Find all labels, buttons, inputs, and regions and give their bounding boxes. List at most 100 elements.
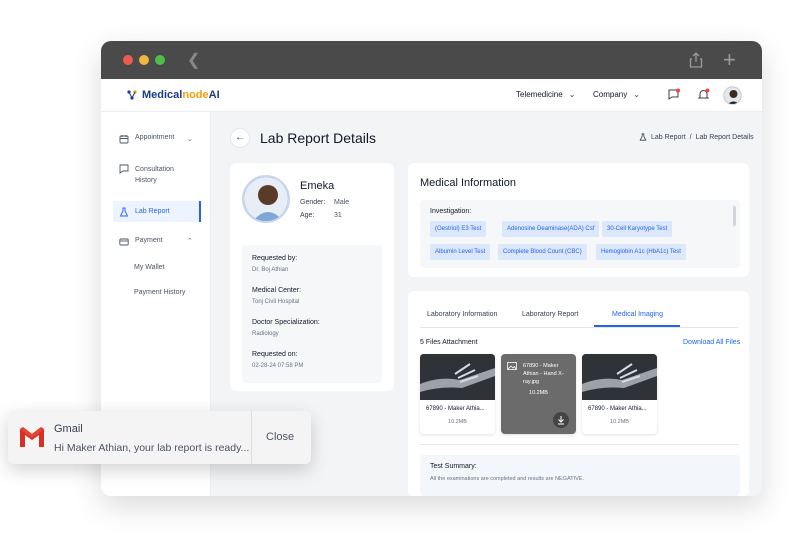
tab-medical-imaging[interactable]: Medical Imaging <box>612 311 663 318</box>
flask-icon <box>119 207 129 216</box>
test-chip[interactable]: Hemoglobin A1c (HbA1c) Test <box>596 244 686 260</box>
sidebar-item-label: History <box>135 177 157 184</box>
brand-logo[interactable]: MedicalnodeAI <box>126 89 220 101</box>
share-icon[interactable] <box>689 52 703 68</box>
message-icon <box>119 164 129 174</box>
investigation-list[interactable]: Investigation: (Oestriol) E3 Test Adenos… <box>420 200 740 268</box>
test-chip[interactable]: 30-Cell Karyotype Test <box>602 221 673 237</box>
sidebar-item-label: Consultation <box>135 166 174 173</box>
requested-on-value: 02-28-24 07:58 PM <box>252 363 304 369</box>
tab-laboratory-report[interactable]: Laboratory Report <box>522 311 578 318</box>
card-icon <box>119 238 129 246</box>
calendar-icon <box>119 135 129 144</box>
chevron-down-icon: ⌄ <box>568 90 576 99</box>
test-chip[interactable]: Albumin Level Test <box>430 244 491 260</box>
report-tabs-card: Laboratory Information Laboratory Report… <box>408 291 749 496</box>
window-titlebar: ❮ + <box>101 41 762 79</box>
test-chip[interactable]: Adenosine Deaminase(ADA) Csf <box>502 221 600 237</box>
patient-gender: Gender: Male <box>300 199 349 206</box>
age-value: 31 <box>334 212 342 219</box>
new-tab-icon[interactable]: + <box>723 47 736 73</box>
nav-company-label: Company <box>593 90 628 99</box>
specialization-value: Radiology <box>252 331 279 337</box>
close-window-button[interactable] <box>123 55 133 65</box>
patient-card: Emeka Gender: Male Age: 31 Requested by:… <box>230 163 394 391</box>
gmail-notification[interactable]: Gmail Hi Maker Athian, your lab report i… <box>8 411 311 464</box>
sidebar-item-label: Lab Report <box>135 208 170 215</box>
specialization-label: Doctor Specialization: <box>252 319 320 326</box>
test-chip[interactable]: Complete Blood Count (CBC) <box>498 244 587 260</box>
nav-telemedicine-label: Telemedicine <box>516 90 563 99</box>
patient-age: Age: 31 <box>300 212 342 219</box>
file-size: 10.2MB <box>448 419 467 425</box>
sidebar-item-consultation-history[interactable]: Consultation History <box>119 164 174 186</box>
medical-center-value: Tonj Civil Hospital <box>252 299 300 305</box>
back-button[interactable]: ← <box>230 128 250 148</box>
download-button[interactable] <box>553 412 569 428</box>
patient-name: Emeka <box>300 180 335 192</box>
download-icon <box>558 416 564 425</box>
logo-icon <box>127 90 137 100</box>
chevron-left-icon[interactable]: ❮ <box>187 50 200 70</box>
sidebar-item-my-wallet[interactable]: My Wallet <box>134 264 164 271</box>
file-attachment[interactable]: 67890 - Maker Athia... 10.2MB <box>420 354 495 434</box>
requested-on-label: Requested on: <box>252 351 298 358</box>
notification-app-name: Gmail <box>54 423 83 435</box>
gender-value: Male <box>334 199 350 206</box>
brand-name-part2: node <box>182 89 209 101</box>
breadcrumb: Lab Report / Lab Report Details <box>639 133 754 141</box>
page-title: Lab Report Details <box>260 130 376 146</box>
nav-company[interactable]: Company ⌄ <box>593 90 640 99</box>
sidebar-item-label: Payment <box>135 237 163 244</box>
chevron-up-icon[interactable]: ⌃ <box>187 237 193 245</box>
breadcrumb-separator: / <box>689 133 692 141</box>
xray-thumbnail <box>420 354 495 400</box>
notification-divider <box>251 411 252 464</box>
age-label: Age: <box>300 212 315 219</box>
chevron-down-icon[interactable]: ⌄ <box>187 135 193 143</box>
brand-name-part3: AI <box>208 89 220 101</box>
sidebar-item-payment-history[interactable]: Payment History <box>134 289 185 296</box>
requested-by-value: Dr. Boj Athian <box>252 267 289 273</box>
bell-icon[interactable] <box>697 88 710 101</box>
nav-telemedicine[interactable]: Telemedicine ⌄ <box>516 90 575 99</box>
file-attachment[interactable]: 67890 - Maker Athia... 10.2MB <box>582 354 657 434</box>
arrow-left-icon: ← <box>235 132 245 143</box>
sidebar-item-payment[interactable]: Payment <box>119 237 163 247</box>
file-size: 10.2MB <box>610 419 629 425</box>
breadcrumb-parent[interactable]: Lab Report <box>651 134 686 141</box>
patient-photo <box>242 175 290 223</box>
top-navigation: MedicalnodeAI Telemedicine ⌄ Company ⌄ <box>101 79 762 112</box>
sidebar-item-label: Appointment <box>135 134 175 141</box>
brand-name-part1: Medical <box>142 89 183 101</box>
notification-message: Hi Maker Athian, your lab report is read… <box>54 442 250 454</box>
sidebar-item-lab-report[interactable]: Lab Report <box>113 201 201 222</box>
test-summary-title: Test Summary: <box>430 463 477 470</box>
medical-information-title: Medical Information <box>420 177 516 189</box>
tab-laboratory-information[interactable]: Laboratory Information <box>427 311 497 318</box>
divider <box>420 444 738 445</box>
active-tab-indicator <box>594 325 680 327</box>
xray-thumbnail <box>582 354 657 400</box>
test-summary-text: All the examinations are completed and r… <box>430 476 584 482</box>
investigation-label: Investigation: <box>430 208 472 215</box>
test-summary: Test Summary: All the examinations are c… <box>420 455 740 496</box>
image-icon <box>507 362 517 370</box>
scrollbar[interactable] <box>733 206 736 226</box>
download-all-link[interactable]: Download All Files <box>683 339 740 346</box>
gmail-icon <box>20 427 44 447</box>
user-avatar[interactable] <box>723 86 742 105</box>
test-chip[interactable]: (Oestriol) E3 Test <box>430 221 487 237</box>
flask-icon <box>639 133 647 141</box>
file-attachment-hovered[interactable]: 67890 - Maker Athian - Hand X-ray.jpg 10… <box>501 354 576 434</box>
sidebar-item-appointment[interactable]: Appointment <box>119 134 174 144</box>
medical-center-label: Medical Center: <box>252 287 302 294</box>
notification-close-button[interactable]: Close <box>266 431 294 443</box>
minimize-window-button[interactable] <box>139 55 149 65</box>
medical-information-card: Medical Information Investigation: (Oest… <box>408 163 749 277</box>
file-name: 67890 - Maker Athia... <box>588 406 647 412</box>
chat-icon[interactable] <box>667 88 680 101</box>
maximize-window-button[interactable] <box>155 55 165 65</box>
chevron-down-icon: ⌄ <box>633 90 640 99</box>
file-size: 10.2MB <box>529 390 548 396</box>
